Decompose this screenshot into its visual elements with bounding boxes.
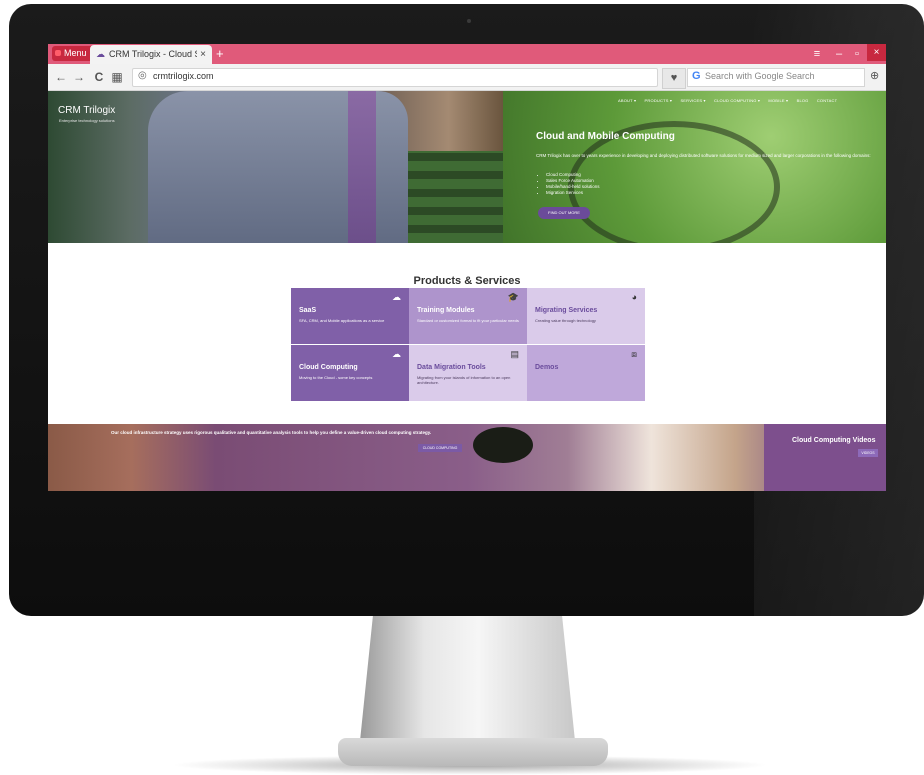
address-bar[interactable]: ◎ crmtrilogix.com [132, 68, 658, 87]
card-migrating-services[interactable]: ◕ Migrating Services Creating value thro… [527, 288, 645, 344]
search-input[interactable]: G Search with Google Search [687, 68, 865, 87]
back-arrow-icon[interactable]: ← [54, 69, 68, 85]
monitor-stand-neck [360, 616, 575, 741]
site-nav: ABOUT ▾ PRODUCTS ▾ SERVICES ▾ CLOUD COMP… [618, 98, 844, 103]
cloud-strategy-banner: Our cloud infrastructure strategy uses r… [48, 424, 886, 491]
card-saas[interactable]: ☁ SaaS SFA, CRM, and Mobile applications… [291, 288, 409, 344]
cloud-favicon-icon: ☁ [96, 49, 105, 59]
products-grid: ☁ SaaS SFA, CRM, and Mobile applications… [291, 288, 645, 401]
card-desc: Standard or customized format to fit you… [417, 318, 519, 323]
tab-bar: Menu ☁ CRM Trilogix - Cloud Solu × + ≡ –… [48, 44, 886, 64]
card-desc: Migrating from your islands of informati… [417, 375, 511, 385]
pie-chart-icon: ◕ [631, 292, 637, 302]
google-icon: G [692, 70, 701, 82]
card-title: Migrating Services [535, 307, 598, 314]
find-out-more-button[interactable]: FIND OUT MORE [538, 207, 590, 219]
browser-menu-button[interactable]: Menu [52, 46, 95, 61]
new-tab-button[interactable]: + [216, 44, 224, 64]
card-desc: Creating value through technology [535, 318, 596, 323]
search-placeholder: Search with Google Search [705, 71, 815, 81]
reload-icon[interactable]: C [92, 69, 106, 85]
card-data-migration-tools[interactable]: ▤ Data Migration Tools Migrating from yo… [409, 345, 527, 401]
hero-photo-businessman [48, 91, 503, 243]
webcam-icon [467, 19, 471, 23]
globe-icon: ◎ [138, 70, 147, 81]
play-icon: ⧈ [631, 349, 637, 359]
videos-title: Cloud Computing Videos [792, 437, 876, 444]
minimize-button[interactable]: – [830, 44, 848, 64]
card-cloud-computing[interactable]: ☁ Cloud Computing Moving to the Cloud - … [291, 345, 409, 401]
cloud-computing-button[interactable]: CLOUD COMPUTING [418, 444, 462, 452]
card-title: Cloud Computing [299, 364, 358, 371]
tab-crm-trilogix[interactable]: ☁ CRM Trilogix - Cloud Solu × [90, 45, 212, 64]
card-title: SaaS [299, 307, 317, 314]
nav-item-services[interactable]: SERVICES ▾ [680, 98, 705, 103]
bookmark-heart-icon[interactable]: ♥ [662, 68, 686, 89]
tab-close-icon[interactable]: × [200, 45, 206, 64]
strategy-text: Our cloud infrastructure strategy uses r… [111, 430, 432, 435]
nav-item-mobile[interactable]: MOBILE ▾ [768, 98, 788, 103]
maximize-button[interactable]: ▫ [848, 44, 866, 64]
graduation-cap-icon: 🎓 [507, 292, 519, 302]
hero-title: Cloud and Mobile Computing [536, 131, 675, 142]
window-tab-menu-icon[interactable]: ≡ [808, 44, 826, 64]
download-icon[interactable]: ⊕ [870, 69, 879, 82]
web-page: CRM Trilogix Enterprise technology solut… [48, 91, 886, 491]
cloud-icon: ☁ [392, 292, 401, 302]
card-title: Data Migration Tools [417, 364, 486, 371]
videos-button[interactable]: VIDEOS [858, 449, 878, 457]
cloud-icon: ☁ [392, 349, 401, 359]
card-title: Training Modules [417, 307, 475, 314]
site-logo[interactable]: CRM Trilogix [58, 105, 115, 116]
videos-panel [764, 424, 886, 491]
navigation-bar: ← → C ▦ ◎ crmtrilogix.com ♥ G Search wit… [48, 64, 886, 91]
card-desc: Moving to the Cloud - some key concepts [299, 375, 373, 380]
card-title: Demos [535, 364, 559, 371]
nav-item-contact[interactable]: CONTACT [817, 98, 837, 103]
nav-item-products[interactable]: PRODUCTS ▾ [645, 98, 673, 103]
nav-item-cloud-computing[interactable]: CLOUD COMPUTING ▾ [714, 98, 760, 103]
tie-shape [348, 91, 376, 243]
hero-text: CRM Trilogix has over to years experienc… [536, 153, 871, 158]
tab-title: CRM Trilogix - Cloud Solu [109, 49, 197, 59]
nav-item-about[interactable]: ABOUT ▾ [618, 98, 636, 103]
forward-arrow-icon[interactable]: → [72, 69, 86, 85]
browser-window: Menu ☁ CRM Trilogix - Cloud Solu × + ≡ –… [48, 44, 886, 491]
card-desc: SFA, CRM, and Mobile applications as a s… [299, 318, 385, 323]
bench-shape [408, 151, 503, 243]
database-icon: ▤ [510, 349, 519, 359]
hero-bullet-list: Cloud Computing Sales Force Automation M… [542, 172, 600, 196]
products-services-title: Products & Services [413, 275, 521, 287]
hero-banner: CRM Trilogix Enterprise technology solut… [48, 91, 886, 243]
card-demos[interactable]: ⧈ Demos [527, 345, 645, 401]
site-tagline: Enterprise technology solutions [59, 118, 115, 123]
monitor-stand-base [338, 738, 608, 766]
hero-bullet: Migration Services [546, 190, 600, 196]
speed-dial-icon[interactable]: ▦ [110, 69, 124, 85]
tree-image-shape [473, 427, 533, 463]
nav-item-blog[interactable]: BLOG [797, 98, 809, 103]
card-training-modules[interactable]: 🎓 Training Modules Standard or customize… [409, 288, 527, 344]
menu-label: Menu [64, 48, 87, 58]
close-window-button[interactable]: × [867, 44, 886, 61]
url-text: crmtrilogix.com [153, 71, 214, 81]
